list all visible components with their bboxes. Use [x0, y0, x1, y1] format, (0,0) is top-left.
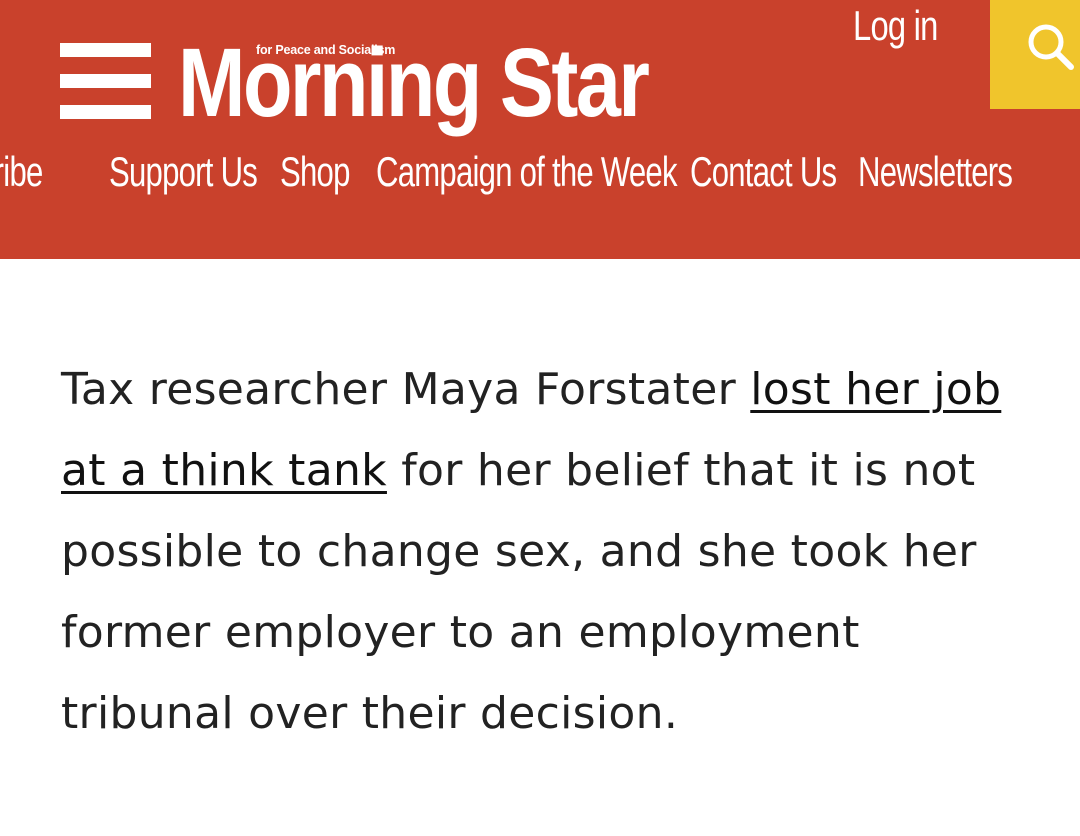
login-link[interactable]: Log in — [853, 2, 938, 50]
article-text-before: Tax researcher Maya Forstater — [61, 364, 751, 415]
search-button[interactable] — [990, 0, 1080, 109]
article-paragraph: Tax researcher Maya Forstater lost her j… — [61, 349, 1021, 754]
nav-item-shop[interactable]: Shop — [280, 148, 350, 196]
nav-item-support-us[interactable]: Support Us — [109, 148, 258, 196]
search-icon — [1028, 24, 1074, 70]
logo-name: Morning Star — [178, 28, 650, 137]
menu-bar — [60, 74, 151, 88]
nav-item-newsletters[interactable]: Newsletters — [858, 148, 1013, 196]
menu-bar — [60, 43, 151, 57]
site-header: for Peace and Socialism Morning Star Log… — [0, 0, 1080, 259]
menu-bar — [60, 105, 151, 119]
site-logo[interactable]: for Peace and Socialism Morning Star — [178, 34, 725, 132]
nav-item-campaign-of-the-week[interactable]: Campaign of the Week — [376, 148, 678, 196]
hamburger-menu-icon[interactable] — [60, 43, 151, 119]
nav-item-subscribe[interactable]: Subscribe — [0, 148, 43, 196]
nav-item-contact-us[interactable]: Contact Us — [690, 148, 837, 196]
